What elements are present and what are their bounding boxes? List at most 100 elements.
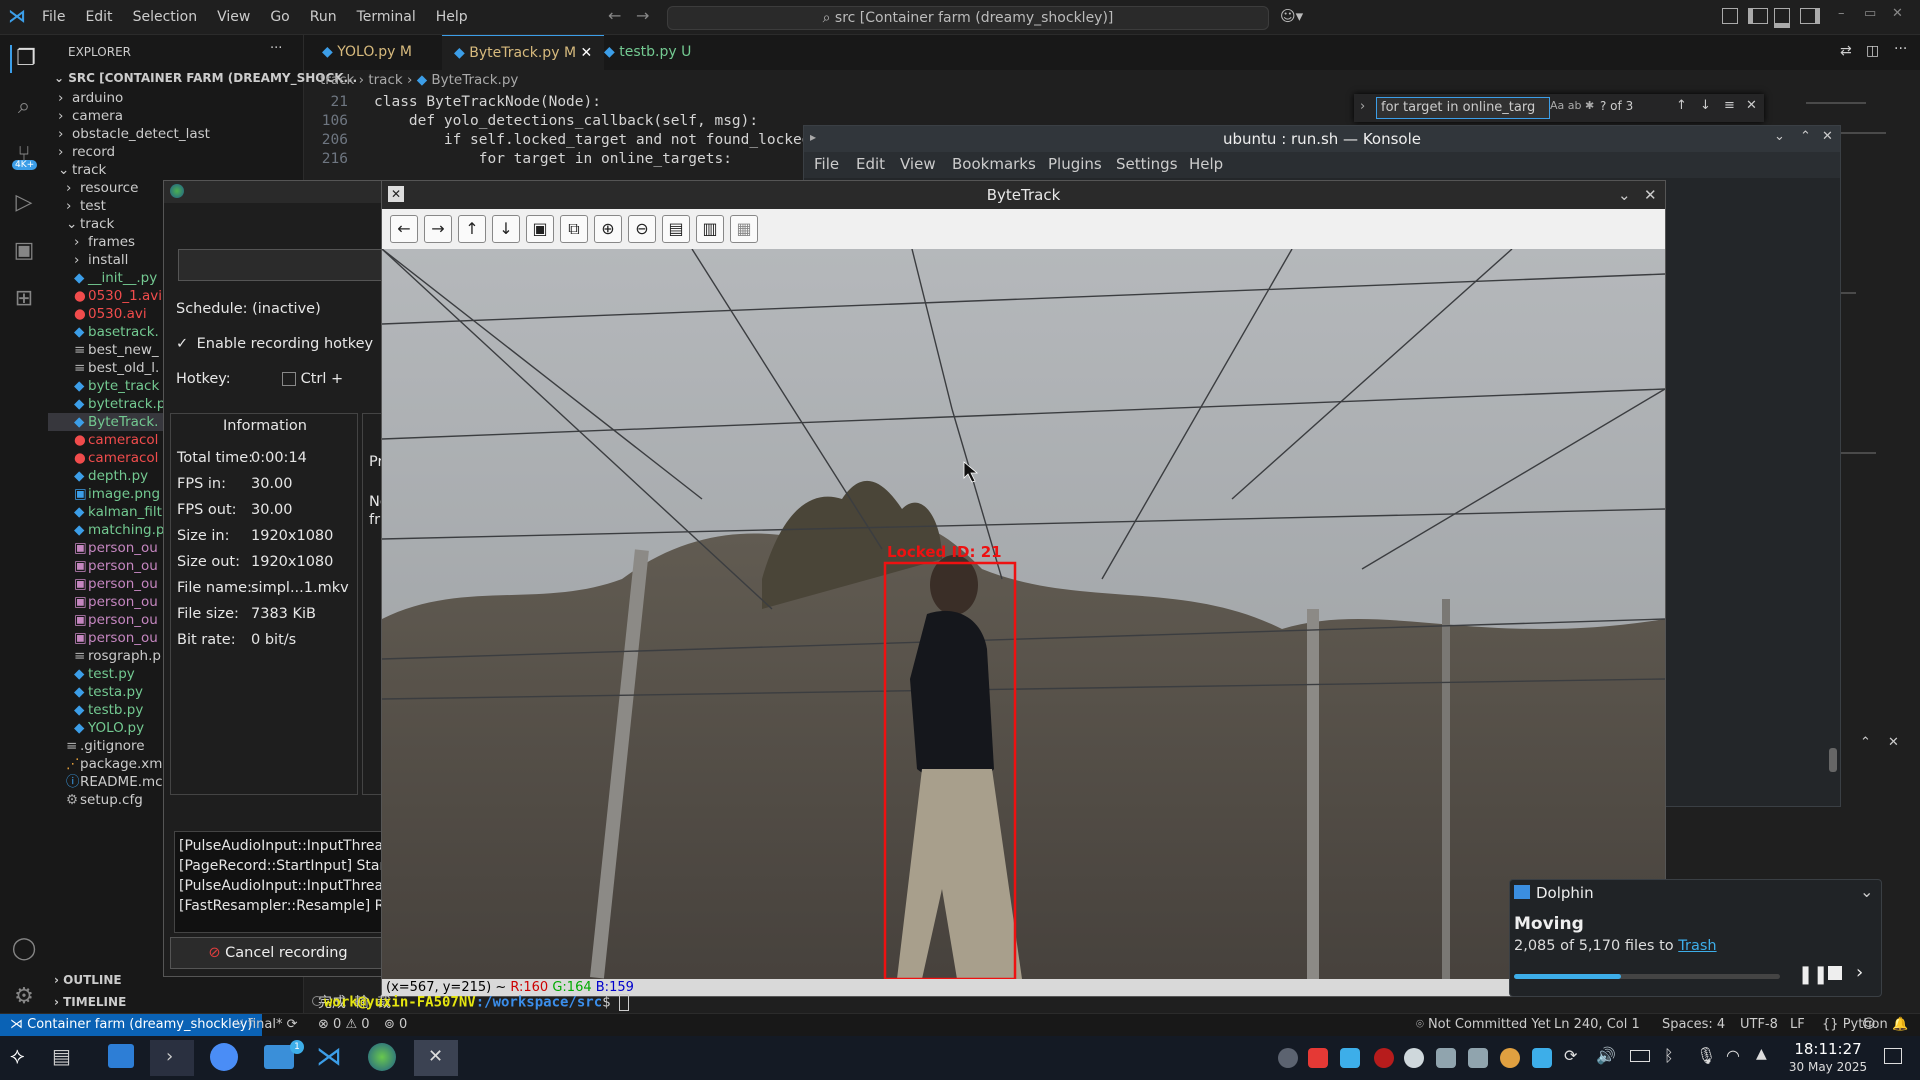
compare-icon[interactable]: ⇄ xyxy=(1840,43,1852,59)
breadcrumb-item[interactable]: ByteTrack.py xyxy=(431,72,518,88)
enable-hotkey-checkbox[interactable]: ✓ Enable recording hotkey xyxy=(176,336,373,352)
indentation[interactable]: Spaces: 4 xyxy=(1662,1014,1725,1036)
vscode-taskbar-icon[interactable]: ⋊ xyxy=(316,1042,342,1072)
explorer-icon[interactable]: ❐ xyxy=(10,45,40,73)
konsole-minimize-icon[interactable]: ⌄ xyxy=(1774,129,1785,144)
split-editor-icon[interactable]: ◫ xyxy=(1866,43,1879,59)
battery-icon[interactable] xyxy=(1630,1050,1650,1062)
notification-collapse-icon[interactable]: ⌄ xyxy=(1860,882,1873,901)
tree-folder[interactable]: › arduino xyxy=(48,89,313,107)
pause-icon[interactable]: ❚❚ xyxy=(1798,964,1828,985)
tree-folder[interactable]: › record xyxy=(48,143,313,161)
window-maximize-icon[interactable]: ▭ xyxy=(1864,6,1876,21)
nav-forward-icon[interactable]: → xyxy=(636,6,649,25)
previous-match-icon[interactable]: ↑ xyxy=(1676,98,1687,113)
line-ending[interactable]: LF xyxy=(1790,1014,1805,1036)
account-icon[interactable]: ◯ xyxy=(10,935,38,963)
nav-back-icon[interactable]: ← xyxy=(608,6,621,25)
zoom-in-icon[interactable]: ⊕ xyxy=(594,215,622,243)
menu-run[interactable]: Run xyxy=(300,0,347,34)
properties-icon[interactable]: ▦ xyxy=(730,215,758,243)
tab-yolo[interactable]: ◆ YOLO.py M xyxy=(310,35,424,70)
run-debug-icon[interactable]: ▷ xyxy=(10,189,38,217)
tray-updates-icon[interactable] xyxy=(1500,1048,1520,1068)
tray-steam-icon[interactable] xyxy=(1404,1048,1424,1068)
outline-section[interactable]: › OUTLINE xyxy=(54,973,122,987)
layout-customize-icon[interactable] xyxy=(1722,8,1738,24)
workspace-root[interactable]: ⌄ SRC [CONTAINER FARM (DREAMY_SHOCK... xyxy=(54,71,357,85)
pan-right-icon[interactable]: → xyxy=(424,215,452,243)
match-case-icon[interactable]: Aa ab ✱ xyxy=(1550,99,1594,112)
cursor-position[interactable]: Ln 240, Col 1 xyxy=(1554,1014,1640,1036)
panel-maximize-icon[interactable]: ⌃ xyxy=(1860,735,1871,750)
language-mode[interactable]: {} Python xyxy=(1822,1014,1888,1036)
tray-keyboard-icon[interactable] xyxy=(1468,1048,1488,1068)
tray-sync-icon[interactable] xyxy=(1340,1048,1360,1068)
tray-expand-icon[interactable]: ▲ xyxy=(1756,1046,1767,1062)
window-minimize-icon[interactable]: – xyxy=(1838,6,1845,21)
details-chevron-icon[interactable]: › xyxy=(1856,962,1863,983)
menu-terminal[interactable]: Terminal xyxy=(347,0,426,34)
copilot-icon[interactable]: ☺▾ xyxy=(1280,7,1303,25)
timeline-section[interactable]: › TIMELINE xyxy=(54,995,126,1009)
tray-refresh-icon[interactable]: ⟳ xyxy=(1564,1046,1577,1065)
branch-indicator[interactable]: ⑂ final* ⟳ xyxy=(236,1014,298,1036)
panel-close-icon[interactable]: ✕ xyxy=(1888,735,1899,750)
recorder-taskbar-icon[interactable] xyxy=(368,1043,396,1071)
remote-indicator[interactable]: ⋊ Container farm (dreamy_shockley) xyxy=(0,1014,263,1036)
konsole-menu-settings[interactable]: Settings xyxy=(1116,155,1178,173)
command-center[interactable]: ⌕ src [Container farm (dreamy_shockley)] xyxy=(667,6,1269,30)
editor-more-icon[interactable]: ··· xyxy=(1894,41,1907,57)
show-desktop-icon[interactable] xyxy=(1884,1048,1902,1064)
bluetooth-icon[interactable]: ᛒ xyxy=(1664,1046,1674,1065)
tray-ime-icon[interactable] xyxy=(1278,1048,1298,1068)
menu-edit[interactable]: Edit xyxy=(75,0,122,34)
code-text[interactable]: if self.locked_target and not found_lock… xyxy=(374,132,804,148)
menu-selection[interactable]: Selection xyxy=(123,0,208,34)
explorer-more-icon[interactable]: ··· xyxy=(270,41,282,56)
tab-bytetrack[interactable]: ◆ ByteTrack.py M ✕ xyxy=(442,35,605,71)
konsole-menu-file[interactable]: File xyxy=(814,155,839,173)
toggle-sidebar-icon[interactable] xyxy=(1748,8,1768,24)
discover-store-icon[interactable] xyxy=(108,1044,134,1068)
tray-clipboard-icon[interactable] xyxy=(1436,1048,1456,1068)
save-image-icon[interactable]: ▤ xyxy=(662,215,690,243)
konsole-close-icon[interactable]: ✕ xyxy=(1822,129,1833,144)
zoom-out-icon[interactable]: ⊖ xyxy=(628,215,656,243)
camera-frame[interactable]: Locked ID: 21 xyxy=(382,249,1665,979)
extensions-icon[interactable]: ⊞ xyxy=(10,285,38,313)
tab-close-icon[interactable]: ✕ xyxy=(580,45,592,61)
stop-icon[interactable] xyxy=(1828,966,1842,980)
konsole-menu-help[interactable]: Help xyxy=(1189,155,1223,173)
code-text[interactable]: class ByteTrackNode(Node): xyxy=(374,94,804,110)
konsole-scrollbar[interactable] xyxy=(1829,748,1837,772)
find-in-selection-icon[interactable]: ≡ xyxy=(1724,98,1735,113)
toggle-replace-icon[interactable]: › xyxy=(1360,99,1365,114)
ctrl-checkbox[interactable]: Ctrl + xyxy=(282,371,343,387)
recorder-schedule-field[interactable] xyxy=(178,249,386,281)
copy-clipboard-icon[interactable]: ▥ xyxy=(696,215,724,243)
tree-folder[interactable]: ⌄ track xyxy=(48,161,313,179)
volume-icon[interactable]: 🔊 xyxy=(1596,1046,1616,1065)
chrome-icon[interactable] xyxy=(210,1043,238,1071)
tab-testb[interactable]: ◆ testb.py U xyxy=(592,35,703,70)
pan-down-icon[interactable]: ↓ xyxy=(492,215,520,243)
copilot-status-icon[interactable]: ☺ xyxy=(1862,1014,1876,1036)
zoom-fit-icon[interactable]: ▣ xyxy=(526,215,554,243)
cancel-recording-button[interactable]: ⊘ Cancel recording xyxy=(170,937,386,969)
bytetrack-close-icon[interactable]: ✕ xyxy=(1644,181,1657,209)
konsole-menu-view[interactable]: View xyxy=(900,155,936,173)
menu-view[interactable]: View xyxy=(207,0,260,34)
tree-folder[interactable]: › obstacle_detect_last xyxy=(48,125,313,143)
breadcrumb-item[interactable]: track xyxy=(368,72,402,88)
microphone-icon[interactable]: 🎙 xyxy=(1696,1046,1716,1065)
taskbar-app-terminal[interactable]: › xyxy=(150,1040,194,1076)
tray-vpn-icon[interactable] xyxy=(1308,1048,1328,1068)
konsole-menu-plugins[interactable]: Plugins xyxy=(1048,155,1102,173)
encoding[interactable]: UTF-8 xyxy=(1740,1014,1778,1036)
notifications-bell-icon[interactable]: 🔔 xyxy=(1892,1014,1908,1036)
pan-up-icon[interactable]: ↑ xyxy=(458,215,486,243)
find-close-icon[interactable]: ✕ xyxy=(1746,98,1757,113)
breadcrumb-item[interactable]: track xyxy=(320,72,354,88)
code-text[interactable]: for target in online_targets: xyxy=(374,151,804,167)
